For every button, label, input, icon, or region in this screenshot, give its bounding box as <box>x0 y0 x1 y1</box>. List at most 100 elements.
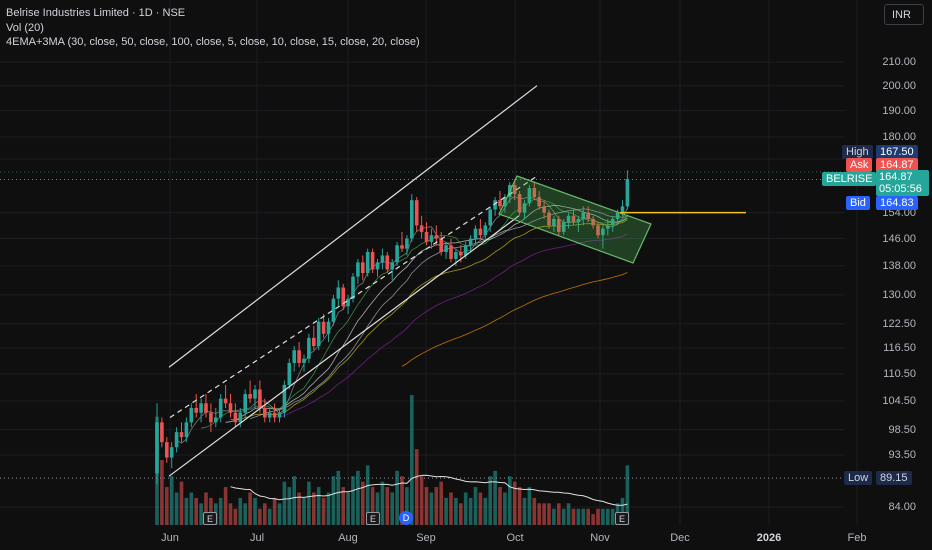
volume-bar <box>424 487 429 525</box>
volume-bar <box>174 492 179 525</box>
channel-lower-line[interactable] <box>168 215 520 477</box>
drawings[interactable] <box>168 85 746 477</box>
earnings-marker[interactable]: E <box>366 512 380 525</box>
volume-bar <box>228 503 233 525</box>
candle-body <box>385 255 390 270</box>
candle-body <box>277 412 282 418</box>
volume-bar <box>292 476 296 525</box>
volume-legend[interactable]: Vol (20) <box>6 22 44 34</box>
price-chart[interactable] <box>0 0 932 550</box>
volume-bar <box>439 481 443 525</box>
volume-bar <box>522 497 527 525</box>
y-tick-label: 190.00 <box>882 104 916 117</box>
volume-bar <box>434 487 439 525</box>
candle-body <box>253 389 257 399</box>
volume-bar <box>537 503 541 525</box>
volume-bar <box>610 508 615 525</box>
candle-body <box>321 321 326 334</box>
candle-body <box>199 403 203 413</box>
volume-bar <box>287 487 292 525</box>
candle-body <box>307 337 311 359</box>
volume-bar <box>385 487 390 525</box>
earnings-marker[interactable]: E <box>203 512 217 525</box>
candle-body <box>414 200 419 226</box>
candle-body <box>223 398 228 404</box>
candle-body <box>498 200 502 207</box>
symbol-title[interactable]: Belrise Industries Limited · 1D · NSE <box>6 7 185 19</box>
volume-bar <box>184 497 189 525</box>
volume-bar <box>302 497 306 525</box>
candle-body <box>184 422 189 438</box>
candle-body <box>169 447 174 458</box>
volume-bar <box>606 508 610 525</box>
x-tick-label: 2026 <box>756 532 782 544</box>
channel-upper-line[interactable] <box>168 85 538 368</box>
x-tick-label: Oct <box>506 532 524 544</box>
symbol-tag: BELRISE <box>822 172 877 186</box>
indicator-legend[interactable]: 4EMA+3MA (30, close, 50, close, 100, clo… <box>6 36 420 48</box>
y-tick-label: 104.50 <box>882 394 916 407</box>
candle-body <box>228 403 233 413</box>
volume-bar <box>194 497 198 525</box>
candle-body <box>380 255 385 263</box>
candle-body <box>248 394 252 399</box>
volume-bar <box>557 503 561 525</box>
volume-bar <box>380 481 385 525</box>
volume-bar <box>316 487 321 525</box>
y-tick-label: 116.50 <box>883 342 916 355</box>
y-tick-label: 122.50 <box>882 317 916 330</box>
candle-body <box>155 422 159 474</box>
earnings-marker[interactable]: E <box>615 512 629 525</box>
candle-body <box>390 262 394 270</box>
bid-value: 164.83 <box>876 196 918 210</box>
volume-bar <box>307 481 311 525</box>
volume-bar <box>410 395 414 525</box>
candle-body <box>218 398 223 418</box>
candle-body <box>419 225 424 232</box>
bar-countdown: 05:05:56 <box>879 183 922 195</box>
candle-body <box>243 394 247 413</box>
high-value: 167.50 <box>876 145 918 159</box>
y-tick-label: 84.00 <box>888 501 916 513</box>
candle-body <box>625 179 630 207</box>
bid-label: Bid <box>846 196 870 210</box>
candle-body <box>204 403 208 413</box>
volume-bar <box>552 508 556 525</box>
volume-bar <box>414 449 419 525</box>
chart-grid <box>0 0 858 525</box>
candle-body <box>459 252 463 256</box>
candle-body <box>478 228 483 236</box>
volume-bar <box>258 508 262 525</box>
high-label: High <box>842 145 873 159</box>
candle-body <box>439 238 443 253</box>
y-tick-label: 180.00 <box>882 130 916 143</box>
candle-body <box>287 362 292 385</box>
volume-bar <box>312 492 316 525</box>
volume-bar <box>272 497 277 525</box>
y-tick-label: 200.00 <box>882 79 916 92</box>
volume-bar <box>336 470 341 525</box>
volume-bar <box>444 497 448 525</box>
y-tick-label: 110.50 <box>883 367 916 380</box>
candle-body <box>179 432 184 438</box>
volume-bar <box>390 492 394 525</box>
candle-body <box>444 245 448 253</box>
candle-body <box>365 252 370 273</box>
volume-bar <box>267 508 272 525</box>
x-tick-label: Jun <box>161 532 179 544</box>
volume-bar <box>165 487 169 525</box>
volume-bar <box>488 476 492 525</box>
candle-body <box>351 276 355 299</box>
candle-body <box>370 252 375 270</box>
volume-bar <box>483 497 488 525</box>
volume-bar <box>346 492 350 525</box>
volume-bar <box>331 476 336 525</box>
volume-bar <box>561 508 566 525</box>
volume-bar <box>419 476 424 525</box>
y-tick-label: 146.00 <box>882 232 916 245</box>
candle-body <box>326 321 331 334</box>
currency-button[interactable]: INR <box>884 4 924 25</box>
volume-bar <box>576 508 581 525</box>
dividend-marker[interactable]: D <box>399 511 413 525</box>
candle-body <box>395 245 399 263</box>
